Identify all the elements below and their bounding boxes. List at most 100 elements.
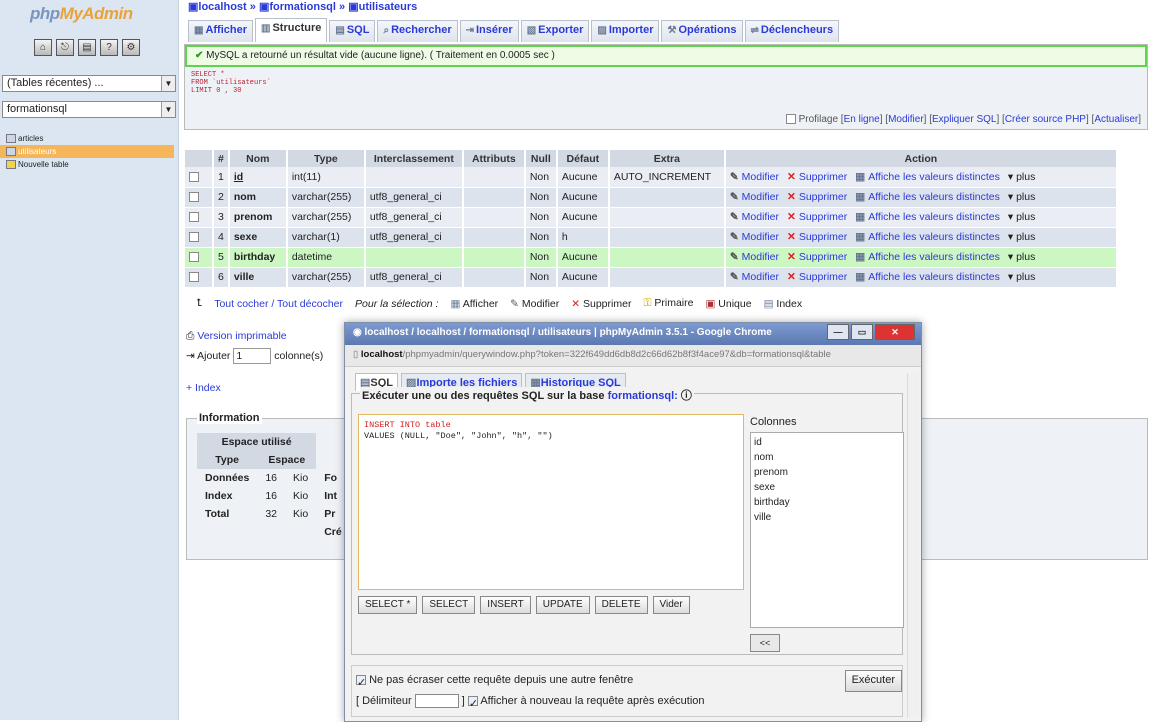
select-button[interactable]: SELECT: [422, 596, 476, 614]
distinct-values-link[interactable]: ▦ Affiche les valeurs distinctes: [855, 171, 1000, 183]
distinct-values-link[interactable]: ▦ Affiche les valeurs distinctes: [855, 271, 1000, 283]
tree-item-utilisateurs[interactable]: utilisateurs: [0, 145, 174, 158]
distinct-values-link[interactable]: ▦ Affiche les valeurs distinctes: [855, 251, 1000, 263]
select-star-button[interactable]: SELECT *: [358, 596, 418, 614]
table-row: 2 nom varchar(255) utf8_general_ci Non A…: [185, 187, 1118, 208]
distinct-values-link[interactable]: ▦ Affiche les valeurs distinctes: [855, 191, 1000, 203]
address-bar[interactable]: ▯ localhost/phpmyadmin/querywindow.php?t…: [345, 345, 921, 367]
link-create-php[interactable]: Créer source PHP: [1005, 114, 1086, 125]
distinct-values-link[interactable]: ▦ Affiche les valeurs distinctes: [855, 211, 1000, 223]
help-icon[interactable]: ⓘ: [681, 390, 692, 402]
delete-link[interactable]: ✕ Supprimer: [787, 191, 847, 203]
exit-icon[interactable]: ⎋: [56, 39, 74, 56]
modify-link[interactable]: ✎ Modifier: [730, 211, 779, 223]
query-window-icon[interactable]: ▤: [78, 39, 96, 56]
row-checkbox[interactable]: [189, 232, 199, 243]
more-dropdown[interactable]: ▾ plus: [1008, 211, 1035, 223]
tree-item-articles[interactable]: articles: [5, 132, 174, 145]
more-dropdown[interactable]: ▾ plus: [1008, 251, 1035, 263]
tab-insert[interactable]: ⇥ Insérer: [459, 20, 519, 42]
clear-button[interactable]: Vider: [652, 596, 690, 614]
insert-button[interactable]: INSERT: [480, 596, 531, 614]
database-link[interactable]: formationsql:: [608, 390, 678, 402]
bulk-index-button[interactable]: ▤ Index: [764, 298, 803, 310]
link-modify[interactable]: Modifier: [888, 114, 924, 125]
home-icon[interactable]: ⌂: [34, 39, 52, 56]
link-explain[interactable]: Expliquer SQL: [932, 114, 996, 125]
check-all-link[interactable]: Tout cocher / Tout décocher: [214, 298, 343, 310]
recent-tables-select[interactable]: (Tables récentes) ... ▼: [2, 75, 176, 92]
columns-list[interactable]: id nom prenom sexe birthday ville: [750, 432, 904, 628]
close-button[interactable]: ✕: [875, 324, 915, 340]
tree-item-new-table[interactable]: Nouvelle table: [5, 158, 174, 171]
browse-icon: ▦: [855, 170, 866, 183]
row-checkbox[interactable]: [189, 272, 199, 283]
phpmyadmin-logo[interactable]: phpMyAdmin: [30, 4, 133, 24]
more-dropdown[interactable]: ▾ plus: [1008, 171, 1035, 183]
bulk-unique-button[interactable]: ▣ Unique: [705, 298, 751, 310]
tab-structure[interactable]: ▥ Structure: [255, 18, 328, 42]
chrome-icon: ◉: [353, 327, 362, 338]
config-icon[interactable]: ⚙: [122, 39, 140, 56]
execute-button[interactable]: Exécuter: [844, 670, 902, 692]
database-icon: ▣: [258, 1, 270, 13]
list-item[interactable]: nom: [754, 450, 900, 465]
print-view-link[interactable]: Version imprimable: [197, 330, 286, 342]
distinct-values-link[interactable]: ▦ Affiche les valeurs distinctes: [855, 231, 1000, 243]
insert-column-button[interactable]: <<: [750, 634, 780, 652]
more-dropdown[interactable]: ▾ plus: [1008, 231, 1035, 243]
modify-link[interactable]: ✎ Modifier: [730, 171, 779, 183]
tab-sql[interactable]: ▤SQL: [329, 20, 376, 42]
tab-import[interactable]: ▨ Importer: [591, 20, 660, 42]
modify-link[interactable]: ✎ Modifier: [730, 191, 779, 203]
delete-link[interactable]: ✕ Supprimer: [787, 251, 847, 263]
tab-triggers[interactable]: ⇌ Déclencheurs: [744, 20, 840, 42]
scrollbar[interactable]: [907, 373, 919, 718]
list-item[interactable]: ville: [754, 510, 900, 525]
list-item[interactable]: id: [754, 435, 900, 450]
docs-icon[interactable]: ?: [100, 39, 118, 56]
list-item[interactable]: prenom: [754, 465, 900, 480]
minimize-button[interactable]: —: [827, 324, 849, 340]
add-index-link[interactable]: + Index: [186, 382, 221, 394]
tab-browse[interactable]: ▦ Afficher: [188, 20, 254, 42]
no-overwrite-checkbox[interactable]: ✓: [356, 675, 366, 689]
delete-link[interactable]: ✕ Supprimer: [787, 271, 847, 283]
modify-link[interactable]: ✎ Modifier: [730, 231, 779, 243]
link-inline[interactable]: En ligne: [844, 114, 880, 125]
delete-link[interactable]: ✕ Supprimer: [787, 171, 847, 183]
add-columns-input[interactable]: 1: [233, 348, 272, 364]
row-checkbox[interactable]: [189, 171, 199, 182]
delete-button[interactable]: DELETE: [594, 596, 648, 614]
breadcrumb-database[interactable]: formationsql: [269, 1, 336, 13]
tab-search[interactable]: ⌕ Rechercher: [377, 20, 458, 42]
bulk-modify-button[interactable]: ✎ Modifier: [510, 298, 559, 310]
sql-query-textarea[interactable]: INSERT INTO table VALUES (NULL, "Doe", "…: [358, 414, 744, 590]
tab-operations[interactable]: ⚒ Opérations: [661, 20, 743, 42]
delete-link[interactable]: ✕ Supprimer: [787, 211, 847, 223]
delimiter-input[interactable]: [414, 694, 459, 708]
row-checkbox[interactable]: [189, 212, 199, 223]
bulk-primary-button[interactable]: ⚿ Primaire: [643, 297, 693, 310]
bulk-browse-button[interactable]: ▦ Afficher: [450, 298, 498, 310]
modify-link[interactable]: ✎ Modifier: [730, 271, 779, 283]
update-button[interactable]: UPDATE: [535, 596, 590, 614]
row-checkbox[interactable]: [189, 252, 199, 263]
more-dropdown[interactable]: ▾ plus: [1008, 271, 1035, 283]
row-checkbox[interactable]: [189, 192, 199, 203]
delete-icon: ✕: [787, 231, 796, 243]
profiling-checkbox[interactable]: [785, 114, 796, 125]
bulk-delete-button[interactable]: ✕ Supprimer: [571, 298, 631, 310]
breadcrumb-table[interactable]: utilisateurs: [359, 1, 418, 13]
modify-link[interactable]: ✎ Modifier: [730, 251, 779, 263]
more-dropdown[interactable]: ▾ plus: [1008, 191, 1035, 203]
delete-link[interactable]: ✕ Supprimer: [787, 231, 847, 243]
tab-export[interactable]: ▧ Exporter: [520, 20, 590, 42]
database-select[interactable]: formationsql ▼: [2, 101, 176, 118]
list-item[interactable]: birthday: [754, 495, 900, 510]
link-refresh[interactable]: Actualiser: [1094, 114, 1138, 125]
breadcrumb-server[interactable]: localhost: [198, 1, 246, 13]
maximize-button[interactable]: ▭: [851, 324, 873, 340]
list-item[interactable]: sexe: [754, 480, 900, 495]
show-again-checkbox[interactable]: ✓: [467, 696, 478, 710]
